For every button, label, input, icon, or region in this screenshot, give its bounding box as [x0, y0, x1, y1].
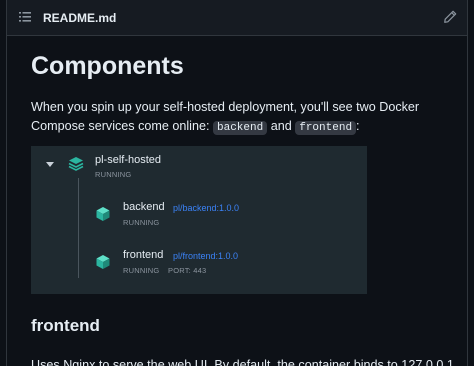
service-name-frontend: frontend — [123, 249, 164, 261]
service-port-frontend: PORT: 443 — [168, 266, 207, 275]
service-image-link-backend[interactable]: pl/backend:1.0.0 — [173, 203, 239, 213]
container-cube-icon — [96, 255, 110, 269]
list-icon[interactable] — [19, 12, 31, 22]
page-title: Components — [31, 52, 184, 80]
colon-text: : — [356, 119, 360, 133]
stack-icon — [68, 157, 84, 171]
readme-window: README.md Components When you spin up yo… — [6, 0, 468, 366]
project-name: pl-self-hosted — [95, 154, 162, 166]
frontend-paragraph: Uses Nginx to serve the web UI. By defau… — [31, 358, 454, 366]
file-header: README.md — [7, 0, 467, 36]
pencil-icon[interactable] — [443, 10, 457, 24]
service-image-link-frontend[interactable]: pl/frontend:1.0.0 — [173, 251, 238, 261]
service-status-frontend: RUNNING — [123, 266, 160, 275]
service-status-backend: RUNNING — [123, 218, 160, 227]
collapse-caret-icon[interactable] — [46, 162, 54, 167]
project-status: RUNNING — [95, 170, 132, 179]
code-frontend: frontend — [295, 121, 357, 135]
compose-services-panel: pl-self-hosted RUNNING backend pl/backen… — [31, 146, 367, 294]
file-title: README.md — [43, 11, 117, 25]
intro-paragraph: When you spin up your self-hosted deploy… — [31, 98, 431, 138]
and-text: and — [270, 119, 292, 133]
tree-connector — [78, 178, 79, 278]
container-cube-icon — [96, 207, 110, 221]
service-name-backend: backend — [123, 201, 165, 213]
code-backend: backend — [213, 121, 268, 135]
section-heading-frontend: frontend — [31, 316, 100, 335]
